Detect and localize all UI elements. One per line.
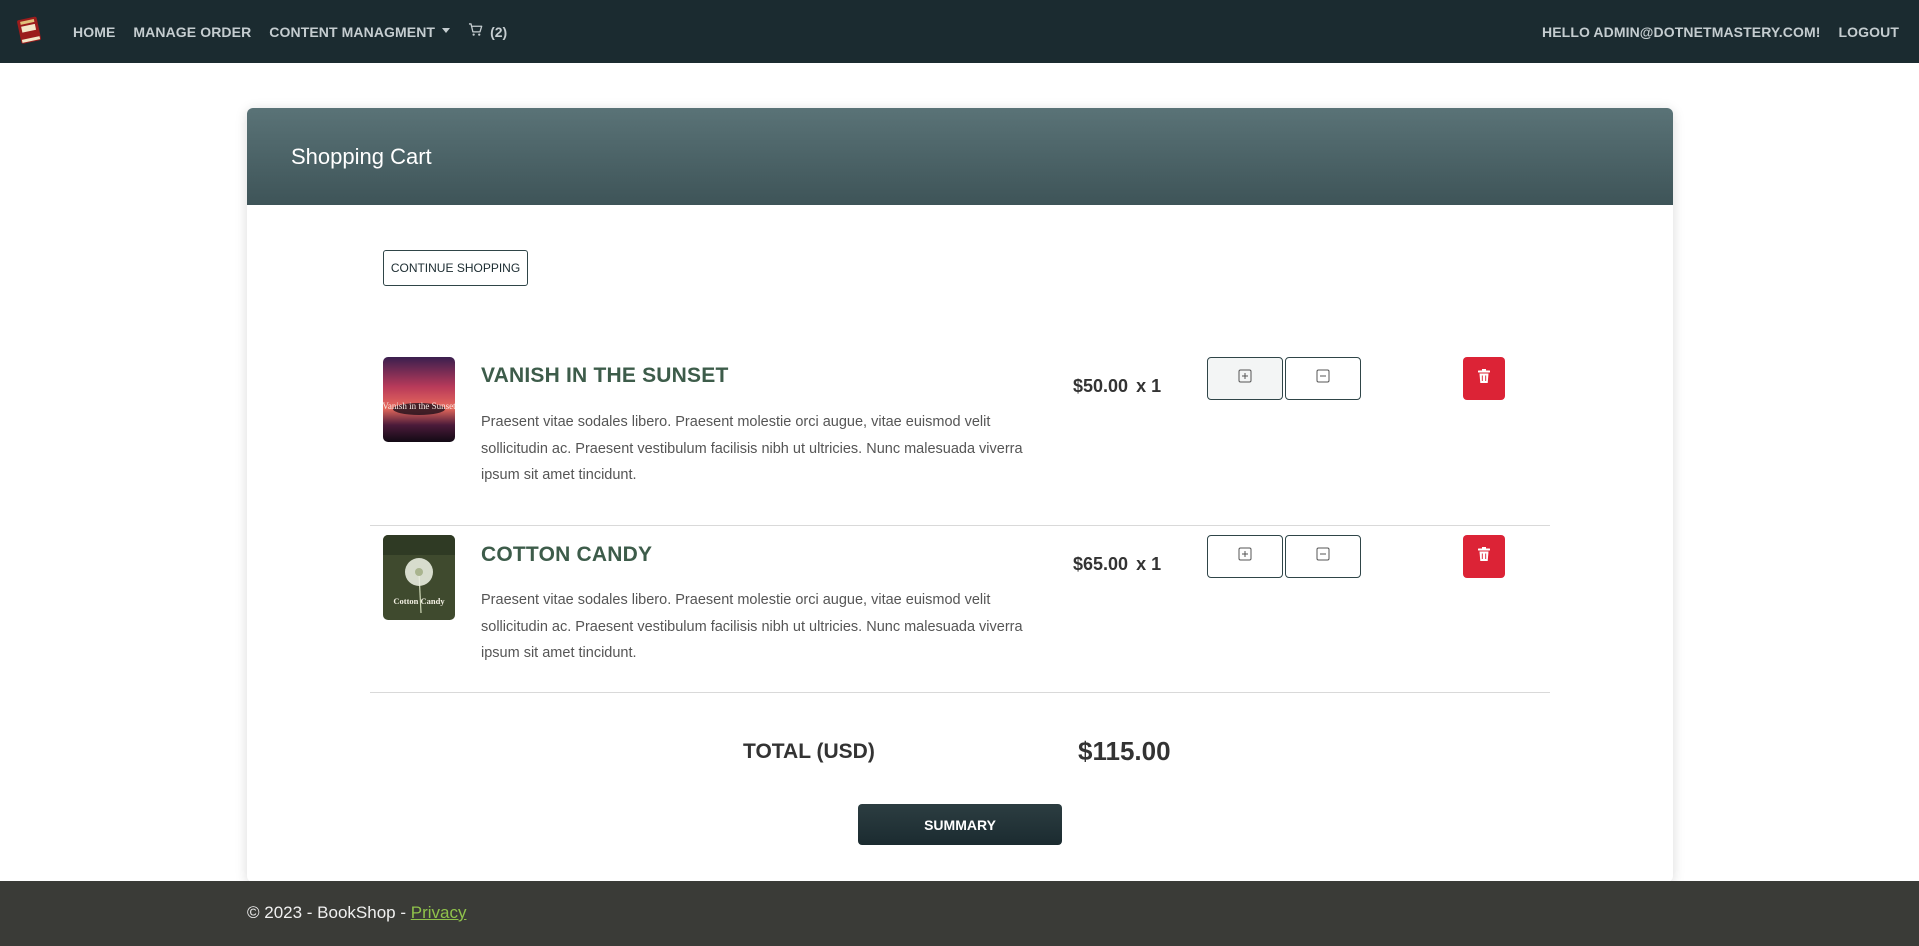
cover-title-text: Vanish in the Sunset [383,401,455,411]
book-cover-image: Vanish in the Sunset [383,357,455,442]
summary-button[interactable]: SUMMARY [858,804,1062,845]
increase-quantity-button[interactable] [1207,535,1283,578]
cart-item: Cotton Candy COTTON CANDY Praesent vitae… [370,525,1550,702]
item-price-row: $65.00 x 1 [1073,554,1161,575]
cover-title-text: Cotton Candy [393,596,445,606]
navbar: HOME MANAGE ORDER CONTENT MANAGMENT (2) … [0,0,1919,63]
cart-icon [468,23,483,40]
increase-quantity-button[interactable] [1207,357,1283,400]
remove-item-button[interactable] [1463,357,1505,400]
item-price-row: $50.00 x 1 [1073,376,1161,397]
footer: © 2023 - BookShop - Privacy [0,881,1919,946]
item-description: Praesent vitae sodales libero. Praesent … [481,414,1023,483]
card-title: Shopping Cart [291,143,432,169]
nav-home-link[interactable]: HOME [73,24,115,40]
plus-square-icon [1238,369,1252,388]
divider [370,692,1550,693]
cart-item: Vanish in the Sunset VANISH IN THE SUNSE… [370,348,1550,525]
nav-cart-link[interactable]: (2) [468,23,507,40]
trash-icon [1477,546,1491,567]
trash-icon [1477,368,1491,389]
card-header: Shopping Cart [247,108,1673,205]
privacy-link[interactable]: Privacy [411,903,467,922]
item-price: $65.00 [1073,554,1129,574]
user-greeting-link[interactable]: HELLO ADMIN@DOTNETMASTERY.COM! [1542,24,1821,40]
copyright-text: © 2023 - BookShop - [247,903,411,922]
continue-shopping-button[interactable]: CONTINUE SHOPPING [383,250,528,286]
book-cover-image: Cotton Candy [383,535,455,620]
item-quantity: x 1 [1136,376,1162,396]
item-title: VANISH IN THE SUNSET [481,364,729,387]
plus-square-icon [1238,547,1252,566]
logout-link[interactable]: LOGOUT [1839,24,1899,40]
remove-item-button[interactable] [1463,535,1505,578]
total-label: TOTAL (USD) [743,740,875,763]
shopping-cart-card: Shopping Cart CONTINUE SHOPPING Vanish i… [247,108,1673,882]
item-description: Praesent vitae sodales libero. Praesent … [481,592,1023,661]
chevron-down-icon [442,28,451,34]
book-logo-icon[interactable] [14,14,46,46]
decrease-quantity-button[interactable] [1285,535,1361,578]
nav-content-management-dropdown[interactable]: CONTENT MANAGMENT [269,23,451,40]
total-value: $115.00 [1078,736,1171,766]
footer-text: © 2023 - BookShop - Privacy [247,903,466,923]
nav-content-management-label: CONTENT MANAGMENT [269,23,436,40]
nav-manage-order-link[interactable]: MANAGE ORDER [133,24,251,40]
item-price: $50.00 [1073,376,1129,396]
decrease-quantity-button[interactable] [1285,357,1361,400]
minus-square-icon [1316,547,1330,566]
item-quantity: x 1 [1136,554,1162,574]
item-title: COTTON CANDY [481,543,653,566]
cart-count: (2) [490,23,508,40]
minus-square-icon [1316,369,1330,388]
